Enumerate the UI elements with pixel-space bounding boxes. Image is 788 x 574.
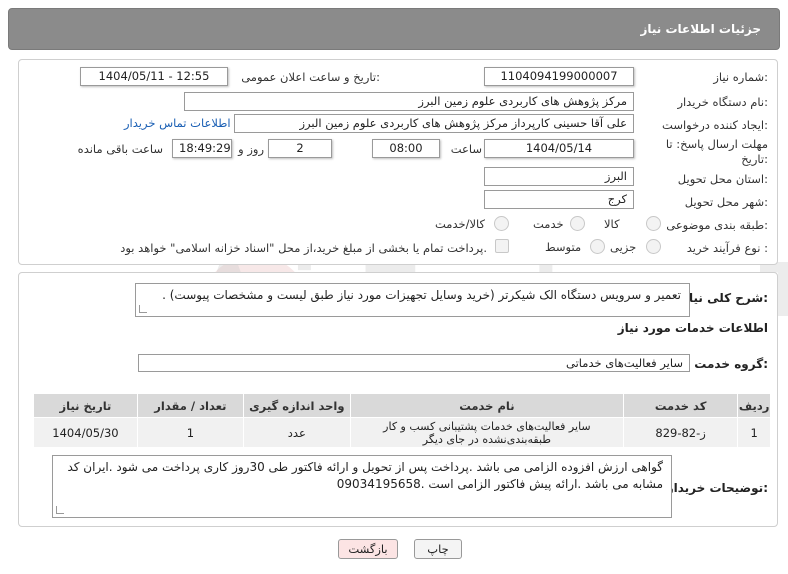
requester-field: علی آقا حسینی کارپرداز مرکز پژوهش های کا… <box>234 114 634 133</box>
deadline-time-field: 08:00 <box>372 139 440 158</box>
buyer-org-field: مرکز پژوهش های کاربردی علوم زمین البرز <box>184 92 634 111</box>
province-label: استان محل تحویل: <box>677 172 768 186</box>
process-option-minor: جزیی <box>610 240 637 254</box>
service-group-field: سایر فعالیت‌های خدماتی <box>138 354 690 372</box>
resize-handle-icon[interactable] <box>56 506 64 514</box>
city-label: شهر محل تحویل: <box>684 195 768 209</box>
deadline-label-line1: مهلت ارسال پاسخ: تا <box>665 137 768 151</box>
need-number-field: 1104094199000007 <box>484 67 634 86</box>
category-label: طبقه بندی موضوعی: <box>666 218 768 232</box>
need-number-label: شماره نیاز: <box>713 70 768 84</box>
cell-service-name: سایر فعالیت‌های خدمات پشتیبانی کسب و کار… <box>349 417 624 448</box>
process-type-label: نوع فرآیند خرید : <box>686 241 768 255</box>
process-option-medium: متوسط <box>545 240 582 254</box>
need-info-panel <box>18 59 778 265</box>
resize-handle-icon[interactable] <box>139 305 147 313</box>
deadline-time-label: ساعت <box>450 142 482 156</box>
table-row: 1 ز-82-829 سایر فعالیت‌های خدمات پشتیبان… <box>33 417 771 448</box>
remaining-time-label: ساعت باقی مانده <box>77 142 163 156</box>
col-header-need-date: تاریخ نیاز <box>33 393 138 418</box>
service-group-label: گروه خدمت: <box>694 357 768 371</box>
summary-textarea[interactable]: تعمیر و سرویس دستگاه الک شیکرتر (خرید وس… <box>135 283 690 317</box>
col-header-quantity: تعداد / مقدار <box>136 393 244 418</box>
category-option-goods-service: کالا/خدمت <box>435 217 486 231</box>
services-heading: اطلاعات خدمات مورد نیاز <box>617 321 768 335</box>
announce-date-field: 1404/05/11 - 12:55 <box>80 67 228 86</box>
col-header-service-name: نام خدمت <box>349 393 624 418</box>
days-remaining-field: 2 <box>268 139 332 158</box>
announce-date-label: تاریخ و ساعت اعلان عمومی: <box>241 70 380 84</box>
category-option-service: خدمت <box>533 217 564 231</box>
title-bar: جزئیات اطلاعات نیاز <box>8 8 780 50</box>
cell-row-number: 1 <box>737 417 771 448</box>
back-button[interactable]: بازگشت <box>338 539 398 559</box>
print-button[interactable]: چاپ <box>414 539 462 559</box>
city-field: کرج <box>484 190 634 209</box>
buyer-notes-textarea[interactable]: گواهی ارزش افزوده الزامی می باشد .پرداخت… <box>52 455 672 518</box>
requester-label: ایجاد کننده درخواست: <box>662 118 768 132</box>
process-radio-minor[interactable] <box>646 239 661 254</box>
treasury-payment-checkbox[interactable] <box>495 239 509 253</box>
cell-quantity: 1 <box>136 417 244 448</box>
buyer-contact-link[interactable]: اطلاعات تماس خریدار <box>124 116 231 130</box>
page-title: جزئیات اطلاعات نیاز <box>640 22 761 36</box>
days-label: روز و <box>238 142 264 156</box>
cell-need-date: 1404/05/30 <box>33 417 138 448</box>
col-header-unit: واحد اندازه گیری <box>242 393 351 418</box>
category-radio-goods[interactable] <box>646 216 661 231</box>
treasury-payment-note: پرداخت تمام یا بخشی از مبلغ خرید،از محل … <box>120 241 487 255</box>
process-radio-medium[interactable] <box>590 239 605 254</box>
summary-label: شرح کلی نیاز: <box>682 291 768 305</box>
services-table: ردیف کد خدمت نام خدمت واحد اندازه گیری ت… <box>33 393 771 448</box>
summary-text: تعمیر و سرویس دستگاه الک شیکرتر (خرید وس… <box>162 288 681 302</box>
category-option-goods: کالا <box>604 217 620 231</box>
buyer-notes-label: توضیحات خریدار: <box>666 481 768 495</box>
col-header-row-number: ردیف <box>737 393 771 418</box>
deadline-label-line2: تاریخ: <box>741 152 768 166</box>
table-header-row: ردیف کد خدمت نام خدمت واحد اندازه گیری ت… <box>33 393 771 418</box>
category-radio-goods-service[interactable] <box>494 216 509 231</box>
deadline-date-field: 1404/05/14 <box>484 139 634 158</box>
cell-service-code: ز-82-829 <box>622 417 739 448</box>
province-field: البرز <box>484 167 634 186</box>
buyer-org-label: نام دستگاه خریدار: <box>677 95 768 109</box>
category-radio-service[interactable] <box>570 216 585 231</box>
buyer-notes-text: گواهی ارزش افزوده الزامی می باشد .پرداخت… <box>67 460 663 491</box>
cell-unit: عدد <box>242 417 351 448</box>
remaining-time-field: 18:49:29 <box>172 139 232 158</box>
col-header-service-code: کد خدمت <box>622 393 739 418</box>
